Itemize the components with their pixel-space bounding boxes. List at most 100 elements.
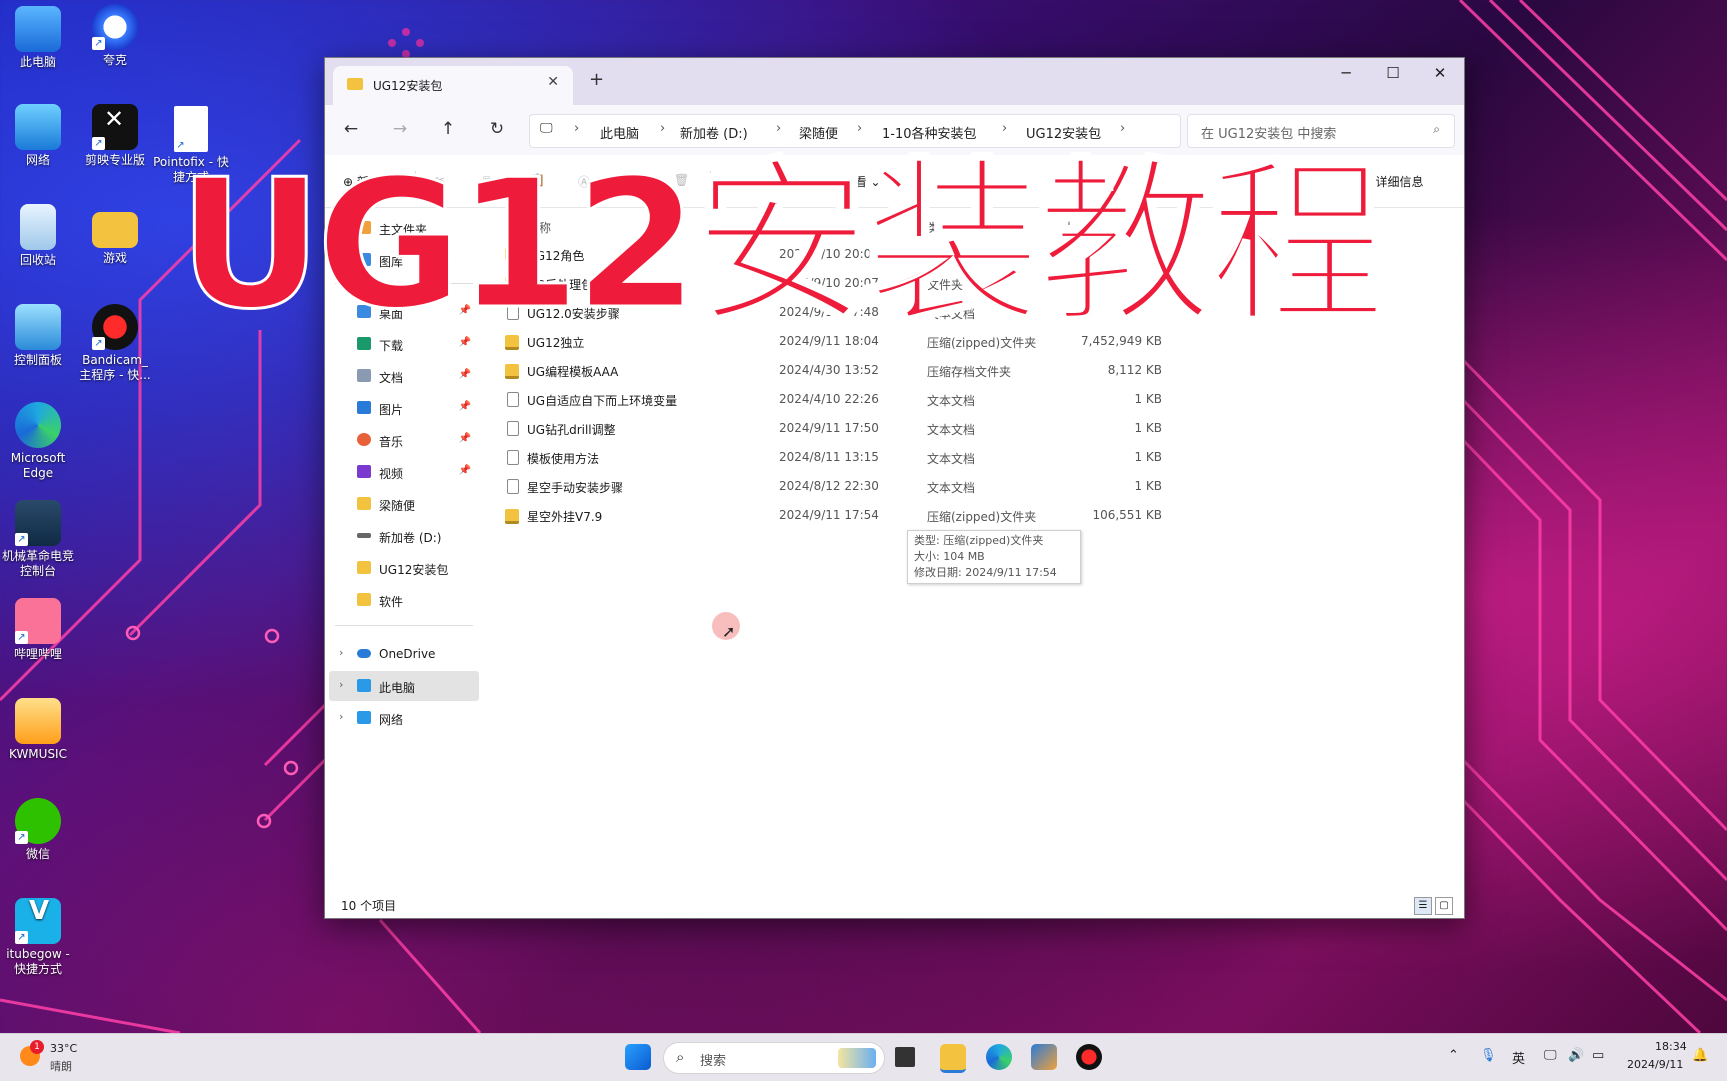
- sidebar-item-pictures[interactable]: 图片 📌: [329, 393, 479, 423]
- pin-icon[interactable]: 📌: [459, 433, 471, 444]
- notification-bell-icon[interactable]: 🔔: [1692, 1048, 1708, 1063]
- tiles-view-icon[interactable]: ▢: [1435, 897, 1453, 915]
- chevron-up-icon[interactable]: ⌃: [1448, 1048, 1459, 1063]
- desktop-icon-network[interactable]: 网络: [0, 104, 76, 168]
- network-status-icon[interactable]: 🖵: [1544, 1048, 1557, 1063]
- tab-ug12[interactable]: UG12安装包 ✕: [333, 66, 573, 105]
- edge-icon: [15, 402, 61, 448]
- table-row[interactable]: UG钻孔drill调整 2024/9/11 17:50 文本文档 1 KB: [485, 414, 1464, 442]
- desktop-icon-itubego[interactable]: V ↗ itubegow - 快捷方式: [0, 898, 76, 977]
- desktop-icon-mechrevo[interactable]: ↗ 机械革命电竞控制台: [0, 500, 76, 579]
- taskbar: 1 33°C 晴朗 ⌕ 搜索 ⌃ 🎙 英 🖵 🔊 ▭ 18:34 2024/9/…: [0, 1033, 1727, 1081]
- chevron-right-icon[interactable]: ›: [857, 121, 862, 136]
- shortcut-arrow-icon: ↗: [15, 931, 28, 944]
- table-row[interactable]: UG自适应自下而上环境变量 2024/4/10 22:26 文本文档 1 KB: [485, 385, 1464, 413]
- sidebar-item-drive-d[interactable]: 新加卷 (D:): [329, 521, 479, 551]
- folder-icon: [92, 212, 138, 248]
- network-icon: [357, 711, 371, 724]
- table-row[interactable]: UG编程模板AAA 2024/4/30 13:52 压缩存档文件夹 8,112 KB: [485, 356, 1464, 384]
- desktop-icon-edge[interactable]: Microsoft Edge: [0, 402, 76, 481]
- chevron-right-icon[interactable]: ›: [339, 710, 343, 723]
- refresh-button[interactable]: ↻: [485, 119, 509, 139]
- input-language[interactable]: 英: [1512, 1048, 1525, 1067]
- close-tab-icon[interactable]: ✕: [547, 74, 559, 90]
- file-explorer-icon[interactable]: [940, 1044, 966, 1073]
- chevron-right-icon[interactable]: ›: [1002, 121, 1007, 136]
- edge-icon[interactable]: [986, 1044, 1012, 1070]
- weather-widget[interactable]: 1 33°C 晴朗: [18, 1040, 88, 1076]
- sidebar-item-network[interactable]: › 网络: [329, 703, 479, 733]
- pin-icon[interactable]: 📌: [459, 465, 471, 476]
- start-button[interactable]: [625, 1044, 651, 1070]
- sidebar-item-software[interactable]: 软件: [329, 585, 479, 615]
- back-button[interactable]: ←: [339, 119, 363, 139]
- taskbar-search[interactable]: ⌕ 搜索: [663, 1042, 885, 1074]
- folder-icon: [347, 78, 363, 90]
- new-tab-button[interactable]: +: [589, 69, 604, 90]
- chevron-right-icon[interactable]: ›: [660, 121, 665, 136]
- clock-date[interactable]: 2024/9/11: [1627, 1058, 1683, 1071]
- clock-time[interactable]: 18:34: [1655, 1040, 1687, 1053]
- battery-icon[interactable]: ▭: [1592, 1048, 1604, 1063]
- weather-temp: 33°C: [50, 1042, 78, 1055]
- table-row[interactable]: 星空手动安装步骤 2024/8/12 22:30 文本文档 1 KB: [485, 472, 1464, 500]
- quark-icon: ↗: [92, 4, 138, 50]
- shortcut-arrow-icon: ↗: [15, 831, 28, 844]
- volume-icon[interactable]: 🔊: [1568, 1048, 1584, 1063]
- overlay-title: UG12安装教程: [176, 140, 1387, 350]
- shortcut-arrow-icon: ↗: [92, 337, 105, 350]
- table-row[interactable]: 模板使用方法 2024/8/11 13:15 文本文档 1 KB: [485, 443, 1464, 471]
- search-icon: ⌕: [1433, 122, 1440, 136]
- sidebar-item-ug12[interactable]: UG12安装包: [329, 553, 479, 583]
- search-highlight-icon: [838, 1048, 876, 1068]
- desktop-icon-control-panel[interactable]: 控制面板: [0, 304, 76, 368]
- shortcut-arrow-icon: ↗: [92, 137, 105, 150]
- sidebar-item-documents[interactable]: 文档 📌: [329, 361, 479, 391]
- documents-icon: [357, 369, 371, 382]
- mouse-pointer-icon: ➚: [722, 622, 736, 641]
- desktop-icon-capcut[interactable]: ✕ ↗ 剪映专业版: [77, 104, 153, 168]
- computer-icon: [15, 6, 61, 52]
- desktop-icon-wechat[interactable]: ↗ 微信: [0, 798, 76, 862]
- sidebar-item-liangsuibian[interactable]: 梁随便: [329, 489, 479, 519]
- notification-badge: 1: [30, 1040, 44, 1054]
- up-button[interactable]: ↑: [436, 119, 460, 139]
- text-file-icon: [507, 450, 519, 465]
- microphone-icon[interactable]: 🎙: [1480, 1048, 1497, 1063]
- maximize-button[interactable]: ☐: [1370, 58, 1416, 90]
- zip-folder-icon: [505, 364, 519, 379]
- pin-icon[interactable]: 📌: [459, 401, 471, 412]
- forward-button[interactable]: →: [388, 119, 412, 139]
- cloud-icon: [357, 649, 371, 658]
- sidebar-item-videos[interactable]: 视频 📌: [329, 457, 479, 487]
- task-view-icon[interactable]: [895, 1047, 915, 1067]
- sidebar-item-onedrive[interactable]: › OneDrive: [329, 639, 479, 669]
- chevron-right-icon[interactable]: ›: [574, 121, 579, 136]
- store-icon[interactable]: [1031, 1044, 1057, 1070]
- desktop-icon-bilibili[interactable]: ↗ 哔哩哔哩: [0, 598, 76, 662]
- desktop-icon-kwmusic[interactable]: KWMUSIC: [0, 698, 76, 762]
- desktop-icon-recycle-bin[interactable]: 回收站: [0, 204, 76, 268]
- sidebar-item-music[interactable]: 音乐 📌: [329, 425, 479, 455]
- bandicam-icon[interactable]: [1076, 1044, 1102, 1070]
- desktop-icon-bandicam[interactable]: ↗ Bandicam_主程序 - 快...: [77, 304, 153, 383]
- chevron-right-icon[interactable]: ›: [339, 646, 343, 659]
- close-window-button[interactable]: ✕: [1417, 58, 1463, 90]
- chevron-right-icon[interactable]: ›: [339, 678, 343, 691]
- desktop-icon-quark[interactable]: ↗ 夸克: [77, 4, 153, 68]
- chevron-right-icon[interactable]: ›: [776, 121, 781, 136]
- item-count: 10 个项目: [341, 899, 397, 913]
- wechat-icon: ↗: [15, 798, 61, 844]
- table-row[interactable]: 星空外挂V7.9 2024/9/11 17:54 压缩(zipped)文件夹 106,…: [485, 501, 1464, 529]
- desktop-icon-this-pc[interactable]: 此电脑: [0, 6, 76, 70]
- text-file-icon: [507, 421, 519, 436]
- divider: [335, 625, 473, 626]
- sidebar-item-this-pc[interactable]: › 此电脑: [329, 671, 479, 701]
- minimize-button[interactable]: ─: [1323, 58, 1369, 90]
- desktop-icon-games[interactable]: 游戏: [77, 204, 153, 266]
- capcut-icon: ✕ ↗: [92, 104, 138, 150]
- kwmusic-icon: [15, 698, 61, 744]
- details-view-icon[interactable]: ☰: [1414, 897, 1432, 915]
- pin-icon[interactable]: 📌: [459, 369, 471, 380]
- chevron-right-icon[interactable]: ›: [1120, 121, 1125, 136]
